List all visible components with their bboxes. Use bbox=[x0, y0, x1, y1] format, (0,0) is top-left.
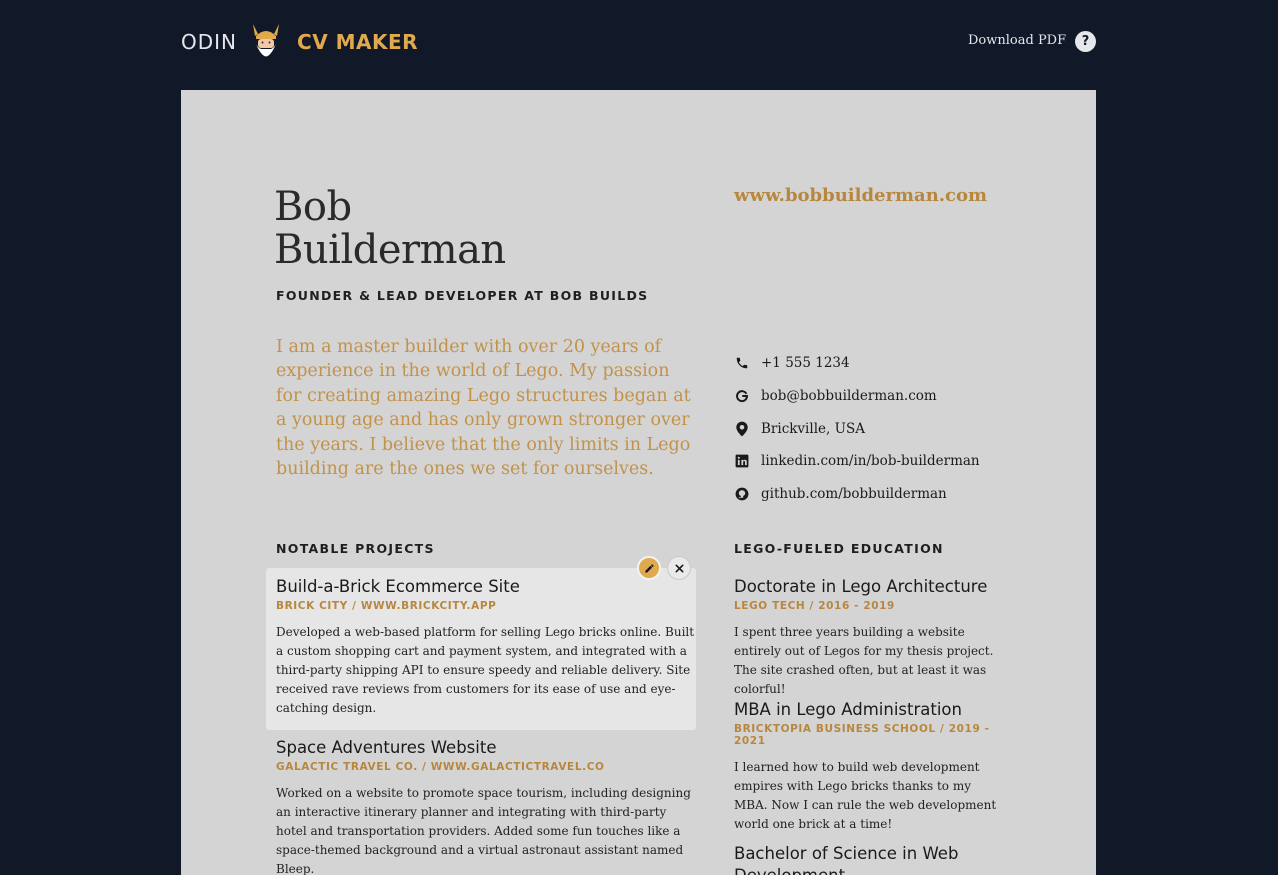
education-title: Doctorate in Lego Architecture bbox=[734, 577, 988, 596]
odin-viking-logo-icon bbox=[253, 24, 280, 57]
help-button[interactable]: ? bbox=[1075, 31, 1096, 52]
contact-item-phone[interactable]: +1 555 1234 bbox=[734, 347, 1034, 380]
education-description: I learned how to build web development e… bbox=[734, 760, 997, 831]
linkedin-icon bbox=[734, 453, 750, 469]
education-subtitle: BRICKTOPIA BUSINESS SCHOOL / 2019 - 2021 bbox=[734, 723, 990, 747]
project-description: Worked on a website to promote space tou… bbox=[276, 786, 691, 875]
contact-text: linkedin.com/in/bob-builderman bbox=[761, 453, 980, 470]
cv-first-name: Bob bbox=[274, 184, 352, 230]
cv-page: Bob Builderman FOUNDER & LEAD DEVELOPER … bbox=[181, 90, 1096, 875]
contact-item-email[interactable]: bob@bobbuilderman.com bbox=[734, 380, 1034, 413]
project-subtitle: GALACTIC TRAVEL CO. / WWW.GALACTICTRAVEL… bbox=[276, 761, 605, 773]
close-icon bbox=[674, 563, 684, 573]
education-subtitle: LEGO TECH / 2016 - 2019 bbox=[734, 600, 895, 612]
google-icon bbox=[734, 388, 750, 404]
download-pdf-button[interactable]: Download PDF bbox=[968, 33, 1066, 48]
contact-list: +1 555 1234 bob@bobbuilderman.com Brickv… bbox=[734, 347, 1034, 510]
project-title: Build-a-Brick Ecommerce Site bbox=[276, 577, 520, 596]
location-pin-icon bbox=[734, 421, 750, 437]
cv-name[interactable]: Bob Builderman bbox=[274, 186, 654, 272]
education-description: I spent three years building a website e… bbox=[734, 625, 994, 696]
contact-text: +1 555 1234 bbox=[761, 355, 850, 372]
education-section-title[interactable]: LEGO-FUELED EDUCATION bbox=[734, 541, 944, 556]
phone-icon bbox=[734, 355, 750, 371]
contact-item-location[interactable]: Brickville, USA bbox=[734, 412, 1034, 445]
contact-item-linkedin[interactable]: linkedin.com/in/bob-builderman bbox=[734, 445, 1034, 478]
project-entry[interactable]: Build-a-Brick Ecommerce Site BRICK CITY … bbox=[276, 576, 696, 718]
top-bar: ODIN CV MAKER Download PDF ? bbox=[0, 0, 1278, 90]
contact-text: github.com/bobbuilderman bbox=[761, 486, 947, 503]
contact-text: bob@bobbuilderman.com bbox=[761, 388, 937, 405]
cv-role[interactable]: FOUNDER & LEAD DEVELOPER AT BOB BUILDS bbox=[276, 288, 648, 303]
cv-last-name: Builderman bbox=[274, 227, 506, 273]
education-entry[interactable]: MBA in Lego Administration BRICKTOPIA BU… bbox=[734, 699, 1004, 834]
education-entry[interactable]: Doctorate in Lego Architecture LEGO TECH… bbox=[734, 576, 1004, 699]
education-entry[interactable]: Bachelor of Science in Web Development bbox=[734, 843, 1004, 875]
brand-logo-link[interactable]: ODIN CV MAKER bbox=[181, 22, 418, 62]
education-title: Bachelor of Science in Web Development bbox=[734, 844, 959, 875]
project-description: Developed a web-based platform for selli… bbox=[276, 625, 695, 715]
education-title: MBA in Lego Administration bbox=[734, 700, 962, 719]
brand-cv-maker-text: CV MAKER bbox=[297, 30, 419, 54]
cv-website-link[interactable]: www.bobbuilderman.com bbox=[734, 185, 987, 206]
cv-summary[interactable]: I am a master builder with over 20 years… bbox=[276, 335, 696, 481]
github-icon bbox=[734, 486, 750, 502]
project-subtitle: BRICK CITY / WWW.BRICKCITY.APP bbox=[276, 600, 497, 612]
project-title: Space Adventures Website bbox=[276, 738, 497, 757]
brand-odin-text: ODIN bbox=[181, 30, 238, 54]
pencil-icon bbox=[644, 563, 654, 573]
contact-text: Brickville, USA bbox=[761, 420, 865, 437]
contact-item-github[interactable]: github.com/bobbuilderman bbox=[734, 478, 1034, 511]
project-entry[interactable]: Space Adventures Website GALACTIC TRAVEL… bbox=[276, 737, 696, 875]
projects-section-title[interactable]: NOTABLE PROJECTS bbox=[276, 541, 435, 556]
